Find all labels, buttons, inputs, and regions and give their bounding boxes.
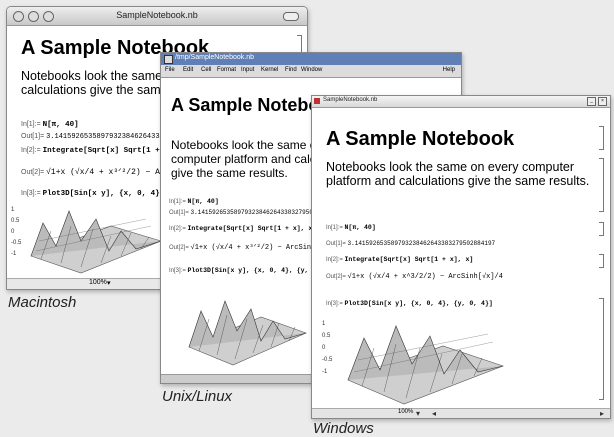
- plot3d-graphic: [188, 300, 307, 366]
- unix-titlebar[interactable]: /tmp/SampleNotebook.nb: [161, 53, 461, 65]
- cell-code: N[π, 40]: [42, 121, 79, 129]
- minimize-icon[interactable]: _: [587, 97, 596, 106]
- notebook-paragraph: Notebooks look the same on every compute…: [326, 160, 590, 189]
- cell-label: In[1]:=: [169, 199, 186, 205]
- tick-label: -1: [322, 369, 328, 375]
- menu-cell[interactable]: Cell: [201, 67, 211, 73]
- cell-code: Plot3D[Sin[x y], {x, 0, 4}, {y, 0, 4}]: [344, 300, 493, 307]
- input-cell-1[interactable]: In[1]:= N[π, 40]: [21, 121, 79, 129]
- tick-label: -0.5: [11, 240, 22, 246]
- status-bar: 100% ▾ ◂ ▸: [312, 408, 610, 418]
- tick-label: -0.5: [322, 357, 333, 363]
- formula-output: √1+x (√x/4 + x^3/2/2) − ArcSinh[√x]/4: [347, 273, 503, 281]
- cell-label: In[2]:=: [21, 147, 41, 154]
- window-title: SampleNotebook.nb: [323, 97, 378, 103]
- output-cell-2[interactable]: Out[2]= √1+x (√x/4 + x³ᐟ²/2) − ArcSinh[√…: [169, 243, 332, 252]
- notebook-title: A Sample Notebook: [326, 128, 515, 150]
- close-icon[interactable]: ×: [598, 97, 607, 106]
- platform-label-mac: Macintosh: [8, 294, 77, 311]
- cell-label: In[3]:=: [169, 268, 186, 274]
- platform-label-unix: Unix/Linux: [162, 388, 233, 405]
- cell-label: In[1]:=: [326, 225, 343, 231]
- cell-code: Integrate[Sqrt[x] Sqrt[1 + x], x]: [187, 225, 317, 232]
- tick-label: 0.5: [11, 218, 20, 224]
- cell-bracket[interactable]: [599, 222, 604, 236]
- tick-label: 0.5: [322, 333, 331, 339]
- tick-label: 1: [11, 207, 15, 213]
- cell-label: In[2]:=: [169, 226, 186, 232]
- tick-label: 1: [322, 321, 326, 327]
- window-menu-icon[interactable]: [164, 55, 173, 64]
- cell-label: Out[1]=: [21, 133, 45, 140]
- mac-titlebar[interactable]: SampleNotebook.nb: [7, 7, 307, 26]
- window-title: SampleNotebook.nb: [116, 10, 198, 20]
- cell-code: N[π, 40]: [344, 224, 376, 231]
- output-cell-1[interactable]: Out[1]= 3.141592653589793238462643383279…: [326, 240, 495, 247]
- plot3d-graphic: [30, 210, 162, 274]
- scroll-left-icon[interactable]: ◂: [432, 409, 436, 418]
- app-icon: [314, 98, 320, 104]
- menu-window[interactable]: Window: [301, 67, 322, 73]
- input-cell-2[interactable]: In[2]:= Integrate[Sqrt[x] Sqrt[1 + x], x…: [169, 225, 316, 232]
- menu-edit[interactable]: Edit: [183, 67, 193, 73]
- menu-find[interactable]: Find: [285, 67, 297, 73]
- cell-bracket[interactable]: [599, 158, 604, 212]
- platform-label-windows: Windows: [313, 420, 374, 437]
- input-cell-1[interactable]: In[1]:= N[π, 40]: [169, 198, 219, 205]
- scroll-right-icon[interactable]: ▸: [600, 409, 604, 418]
- cell-label: Out[2]=: [169, 245, 189, 251]
- tick-label: 0: [322, 345, 326, 351]
- cell-label: Out[1]=: [169, 210, 189, 216]
- menu-kernel[interactable]: Kernel: [261, 67, 278, 73]
- zoom-arrow-icon[interactable]: ▾: [107, 279, 111, 287]
- cell-label: In[2]:=: [326, 257, 343, 263]
- cell-label: In[1]:=: [21, 121, 41, 128]
- menu-input[interactable]: Input: [241, 67, 254, 73]
- cell-label: Out[1]=: [326, 241, 346, 247]
- cell-code: N[π, 40]: [187, 198, 219, 205]
- windows-titlebar[interactable]: SampleNotebook.nb _ ×: [312, 96, 610, 108]
- menu-format[interactable]: Format: [217, 67, 236, 73]
- toolbar-toggle-icon[interactable]: [283, 12, 299, 21]
- tick-label: -1: [11, 251, 17, 257]
- menu-file[interactable]: File: [165, 67, 175, 73]
- cell-code: Integrate[Sqrt[x] Sqrt[1 + x], x]: [344, 256, 474, 263]
- zoom-level[interactable]: 100%: [398, 409, 413, 415]
- cell-label: Out[2]=: [326, 274, 346, 280]
- window-title: /tmp/SampleNotebook.nb: [175, 54, 254, 61]
- zoom-level[interactable]: 100%: [89, 279, 107, 286]
- plot3d-graphic: [347, 325, 504, 405]
- output-cell-2[interactable]: Out[2]= √1+x (√x/4 + x^3/2/2) − ArcSinh[…: [326, 273, 503, 281]
- menubar: File Edit Cell Format Input Kernel Find …: [161, 65, 461, 78]
- windows-window: SampleNotebook.nb _ × A Sample Notebook …: [311, 95, 611, 419]
- plot-ticks: 1 0.5 0 -0.5 -1: [11, 205, 21, 260]
- cell-bracket[interactable]: [599, 254, 604, 268]
- cell-label: Out[2]=: [21, 169, 45, 176]
- plot-ticks: 1 0.5 0 -0.5 -1: [322, 318, 332, 378]
- cell-bracket[interactable]: [599, 298, 604, 400]
- cell-label: In[3]:=: [21, 190, 41, 197]
- cell-output: 3.14159265358979323846264338327950288419…: [347, 240, 496, 247]
- zoom-arrow-icon[interactable]: ▾: [416, 409, 420, 418]
- menu-help[interactable]: Help: [443, 67, 455, 73]
- input-cell-1[interactable]: In[1]:= N[π, 40]: [326, 224, 376, 231]
- input-cell-3[interactable]: In[3]:= Plot3D[Sin[x y], {x, 0, 4}, {y, …: [326, 300, 493, 307]
- cell-bracket[interactable]: [599, 126, 604, 150]
- cell-label: In[3]:=: [326, 301, 343, 307]
- input-cell-2[interactable]: In[2]:= Integrate[Sqrt[x] Sqrt[1 + x], x…: [326, 256, 473, 263]
- tick-label: 0: [11, 229, 15, 235]
